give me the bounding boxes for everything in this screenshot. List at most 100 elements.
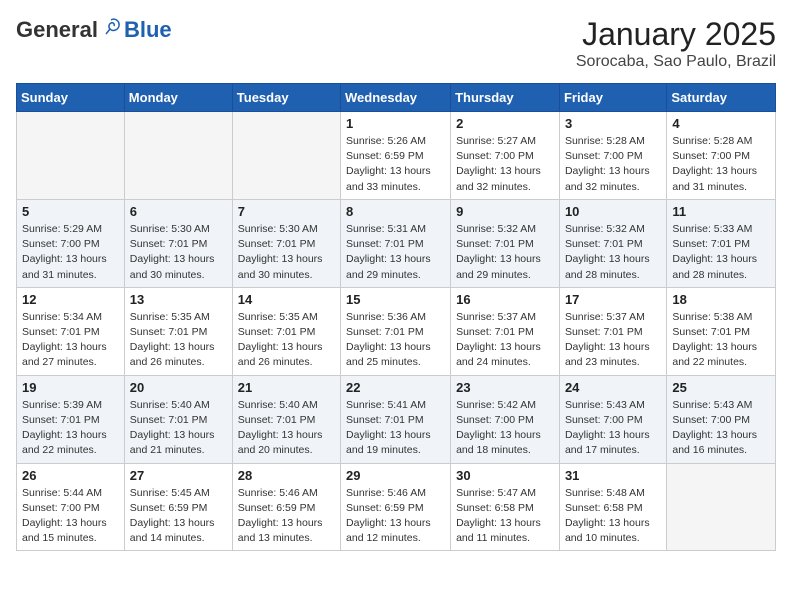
day-number: 25 xyxy=(672,380,770,395)
day-detail: Sunrise: 5:28 AM Sunset: 7:00 PM Dayligh… xyxy=(672,134,770,195)
calendar-cell: 17 Sunrise: 5:37 AM Sunset: 7:01 PM Dayli… xyxy=(559,287,666,375)
day-number: 26 xyxy=(22,468,119,483)
day-number: 3 xyxy=(565,116,661,131)
calendar-cell: 20 Sunrise: 5:40 AM Sunset: 7:01 PM Dayli… xyxy=(124,375,232,463)
day-number: 11 xyxy=(672,204,770,219)
day-number: 21 xyxy=(238,380,335,395)
weekday-header-monday: Monday xyxy=(124,84,232,112)
day-detail: Sunrise: 5:46 AM Sunset: 6:59 PM Dayligh… xyxy=(238,486,335,547)
day-detail: Sunrise: 5:33 AM Sunset: 7:01 PM Dayligh… xyxy=(672,222,770,283)
calendar-cell: 16Sunrise: 5:37 AM Sunset: 7:01 PM Dayli… xyxy=(451,287,560,375)
month-title: January 2025 xyxy=(576,16,776,53)
day-detail: Sunrise: 5:46 AM Sunset: 6:59 PM Dayligh… xyxy=(346,486,445,547)
day-detail: Sunrise: 5:44 AM Sunset: 7:00 PM Dayligh… xyxy=(22,486,119,547)
day-detail: Sunrise: 5:34 AM Sunset: 7:01 PM Dayligh… xyxy=(22,310,119,371)
calendar-cell: 21Sunrise: 5:40 AM Sunset: 7:01 PM Dayli… xyxy=(232,375,340,463)
day-number: 6 xyxy=(130,204,227,219)
day-number: 27 xyxy=(130,468,227,483)
day-number: 29 xyxy=(346,468,445,483)
day-number: 22 xyxy=(346,380,445,395)
weekday-header-saturday: Saturday xyxy=(667,84,776,112)
day-detail: Sunrise: 5:41 AM Sunset: 7:01 PM Dayligh… xyxy=(346,398,445,459)
calendar-cell xyxy=(232,112,340,200)
calendar-cell: 24Sunrise: 5:43 AM Sunset: 7:00 PM Dayli… xyxy=(559,375,666,463)
calendar-cell: 13 Sunrise: 5:35 AM Sunset: 7:01 PM Dayli… xyxy=(124,287,232,375)
location: Sorocaba, Sao Paulo, Brazil xyxy=(576,53,776,71)
day-detail: Sunrise: 5:36 AM Sunset: 7:01 PM Dayligh… xyxy=(346,310,445,371)
calendar-cell: 4Sunrise: 5:28 AM Sunset: 7:00 PM Daylig… xyxy=(667,112,776,200)
weekday-header-tuesday: Tuesday xyxy=(232,84,340,112)
calendar-cell: 31 Sunrise: 5:48 AM Sunset: 6:58 PM Dayli… xyxy=(559,463,666,551)
calendar-cell: 22 Sunrise: 5:41 AM Sunset: 7:01 PM Dayli… xyxy=(341,375,451,463)
calendar-cell: 6 Sunrise: 5:30 AM Sunset: 7:01 PM Daylig… xyxy=(124,199,232,287)
calendar-table: SundayMondayTuesdayWednesdayThursdayFrid… xyxy=(16,83,776,551)
day-number: 28 xyxy=(238,468,335,483)
calendar-cell: 2 Sunrise: 5:27 AM Sunset: 7:00 PM Daylig… xyxy=(451,112,560,200)
day-detail: Sunrise: 5:32 AM Sunset: 7:01 PM Dayligh… xyxy=(456,222,554,283)
day-detail: Sunrise: 5:30 AM Sunset: 7:01 PM Dayligh… xyxy=(238,222,335,283)
calendar-cell: 27 Sunrise: 5:45 AM Sunset: 6:59 PM Dayli… xyxy=(124,463,232,551)
day-detail: Sunrise: 5:29 AM Sunset: 7:00 PM Dayligh… xyxy=(22,222,119,283)
calendar-cell xyxy=(667,463,776,551)
day-number: 18 xyxy=(672,292,770,307)
day-number: 1 xyxy=(346,116,445,131)
calendar-cell: 15 Sunrise: 5:36 AM Sunset: 7:01 PM Dayli… xyxy=(341,287,451,375)
logo-blue-text: Blue xyxy=(124,17,172,43)
day-number: 20 xyxy=(130,380,227,395)
title-area: January 2025 Sorocaba, Sao Paulo, Brazil xyxy=(576,16,776,71)
calendar-cell: 1Sunrise: 5:26 AM Sunset: 6:59 PM Daylig… xyxy=(341,112,451,200)
day-detail: Sunrise: 5:37 AM Sunset: 7:01 PM Dayligh… xyxy=(456,310,554,371)
day-number: 31 xyxy=(565,468,661,483)
day-number: 15 xyxy=(346,292,445,307)
weekday-header-sunday: Sunday xyxy=(17,84,125,112)
day-number: 19 xyxy=(22,380,119,395)
calendar-cell: 14Sunrise: 5:35 AM Sunset: 7:01 PM Dayli… xyxy=(232,287,340,375)
day-number: 13 xyxy=(130,292,227,307)
calendar-week-row: 1Sunrise: 5:26 AM Sunset: 6:59 PM Daylig… xyxy=(17,112,776,200)
day-detail: Sunrise: 5:43 AM Sunset: 7:00 PM Dayligh… xyxy=(672,398,770,459)
day-detail: Sunrise: 5:48 AM Sunset: 6:58 PM Dayligh… xyxy=(565,486,661,547)
day-number: 23 xyxy=(456,380,554,395)
day-detail: Sunrise: 5:45 AM Sunset: 6:59 PM Dayligh… xyxy=(130,486,227,547)
day-detail: Sunrise: 5:38 AM Sunset: 7:01 PM Dayligh… xyxy=(672,310,770,371)
weekday-header-thursday: Thursday xyxy=(451,84,560,112)
calendar-cell: 5 Sunrise: 5:29 AM Sunset: 7:00 PM Daylig… xyxy=(17,199,125,287)
calendar-cell xyxy=(17,112,125,200)
day-number: 8 xyxy=(346,204,445,219)
day-number: 14 xyxy=(238,292,335,307)
day-number: 7 xyxy=(238,204,335,219)
calendar-cell: 12Sunrise: 5:34 AM Sunset: 7:01 PM Dayli… xyxy=(17,287,125,375)
day-number: 5 xyxy=(22,204,119,219)
weekday-header-friday: Friday xyxy=(559,84,666,112)
day-detail: Sunrise: 5:39 AM Sunset: 7:01 PM Dayligh… xyxy=(22,398,119,459)
day-detail: Sunrise: 5:37 AM Sunset: 7:01 PM Dayligh… xyxy=(565,310,661,371)
weekday-header-wednesday: Wednesday xyxy=(341,84,451,112)
calendar-week-row: 12Sunrise: 5:34 AM Sunset: 7:01 PM Dayli… xyxy=(17,287,776,375)
calendar-cell: 29 Sunrise: 5:46 AM Sunset: 6:59 PM Dayli… xyxy=(341,463,451,551)
day-number: 10 xyxy=(565,204,661,219)
day-detail: Sunrise: 5:47 AM Sunset: 6:58 PM Dayligh… xyxy=(456,486,554,547)
day-number: 2 xyxy=(456,116,554,131)
calendar-cell: 7 Sunrise: 5:30 AM Sunset: 7:01 PM Daylig… xyxy=(232,199,340,287)
day-detail: Sunrise: 5:27 AM Sunset: 7:00 PM Dayligh… xyxy=(456,134,554,195)
logo-general-text: General xyxy=(16,17,98,43)
header: General Blue January 2025 Sorocaba, Sao … xyxy=(16,16,776,71)
calendar-cell: 3Sunrise: 5:28 AM Sunset: 7:00 PM Daylig… xyxy=(559,112,666,200)
calendar-cell: 18 Sunrise: 5:38 AM Sunset: 7:01 PM Dayli… xyxy=(667,287,776,375)
calendar-cell xyxy=(124,112,232,200)
day-detail: Sunrise: 5:40 AM Sunset: 7:01 PM Dayligh… xyxy=(130,398,227,459)
day-number: 24 xyxy=(565,380,661,395)
calendar-week-row: 26 Sunrise: 5:44 AM Sunset: 7:00 PM Dayli… xyxy=(17,463,776,551)
weekday-header-row: SundayMondayTuesdayWednesdayThursdayFrid… xyxy=(17,84,776,112)
day-detail: Sunrise: 5:30 AM Sunset: 7:01 PM Dayligh… xyxy=(130,222,227,283)
calendar-week-row: 19 Sunrise: 5:39 AM Sunset: 7:01 PM Dayli… xyxy=(17,375,776,463)
day-detail: Sunrise: 5:42 AM Sunset: 7:00 PM Dayligh… xyxy=(456,398,554,459)
day-number: 30 xyxy=(456,468,554,483)
calendar-cell: 23 Sunrise: 5:42 AM Sunset: 7:00 PM Dayli… xyxy=(451,375,560,463)
day-detail: Sunrise: 5:35 AM Sunset: 7:01 PM Dayligh… xyxy=(130,310,227,371)
logo: General Blue xyxy=(16,16,172,43)
calendar-cell: 28 Sunrise: 5:46 AM Sunset: 6:59 PM Dayli… xyxy=(232,463,340,551)
calendar-cell: 11 Sunrise: 5:33 AM Sunset: 7:01 PM Dayli… xyxy=(667,199,776,287)
calendar-cell: 30 Sunrise: 5:47 AM Sunset: 6:58 PM Dayli… xyxy=(451,463,560,551)
day-number: 17 xyxy=(565,292,661,307)
